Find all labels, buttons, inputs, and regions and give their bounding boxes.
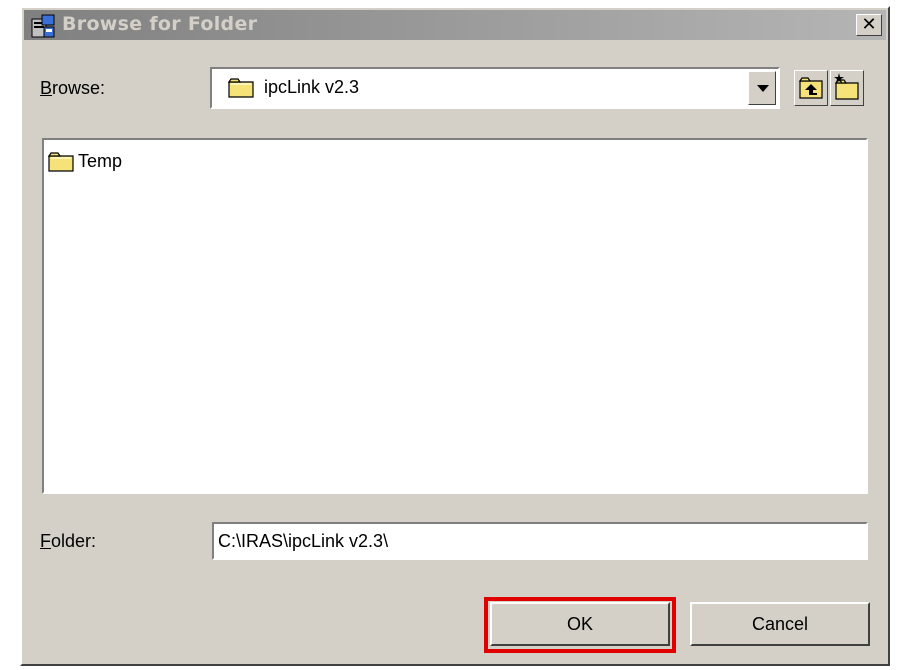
browse-location-dropdown[interactable]: ipcLink v2.3 <box>210 67 780 109</box>
close-button[interactable]: ✕ <box>856 14 882 36</box>
close-icon: ✕ <box>861 14 877 34</box>
up-one-level-button[interactable] <box>794 70 828 106</box>
list-item-label: Temp <box>78 151 123 171</box>
create-new-folder-icon <box>834 73 859 100</box>
folder-label: Folder: <box>40 531 97 551</box>
create-new-folder-button[interactable] <box>830 70 864 106</box>
browse-selected-value: ipcLink v2.3 <box>264 77 360 97</box>
folder-icon <box>228 78 254 98</box>
dropdown-arrow-icon <box>757 85 769 92</box>
browse-label: Browse: <box>40 78 106 98</box>
folder-path-field[interactable] <box>212 522 868 560</box>
browse-for-folder-dialog: Browse for Folder ✕ Browse: ipcLink v2.3 <box>20 6 890 666</box>
cancel-button[interactable]: Cancel <box>690 602 870 646</box>
up-one-level-icon <box>798 77 823 99</box>
window-title: Browse for Folder <box>62 13 258 35</box>
title-bar[interactable]: Browse for Folder ✕ <box>24 10 886 40</box>
folder-icon <box>48 152 74 172</box>
ok-button[interactable]: OK <box>490 602 670 646</box>
browse-folder-app-icon <box>31 14 55 38</box>
dropdown-button[interactable] <box>748 71 776 105</box>
folder-tree-view[interactable]: Temp <box>42 138 868 494</box>
